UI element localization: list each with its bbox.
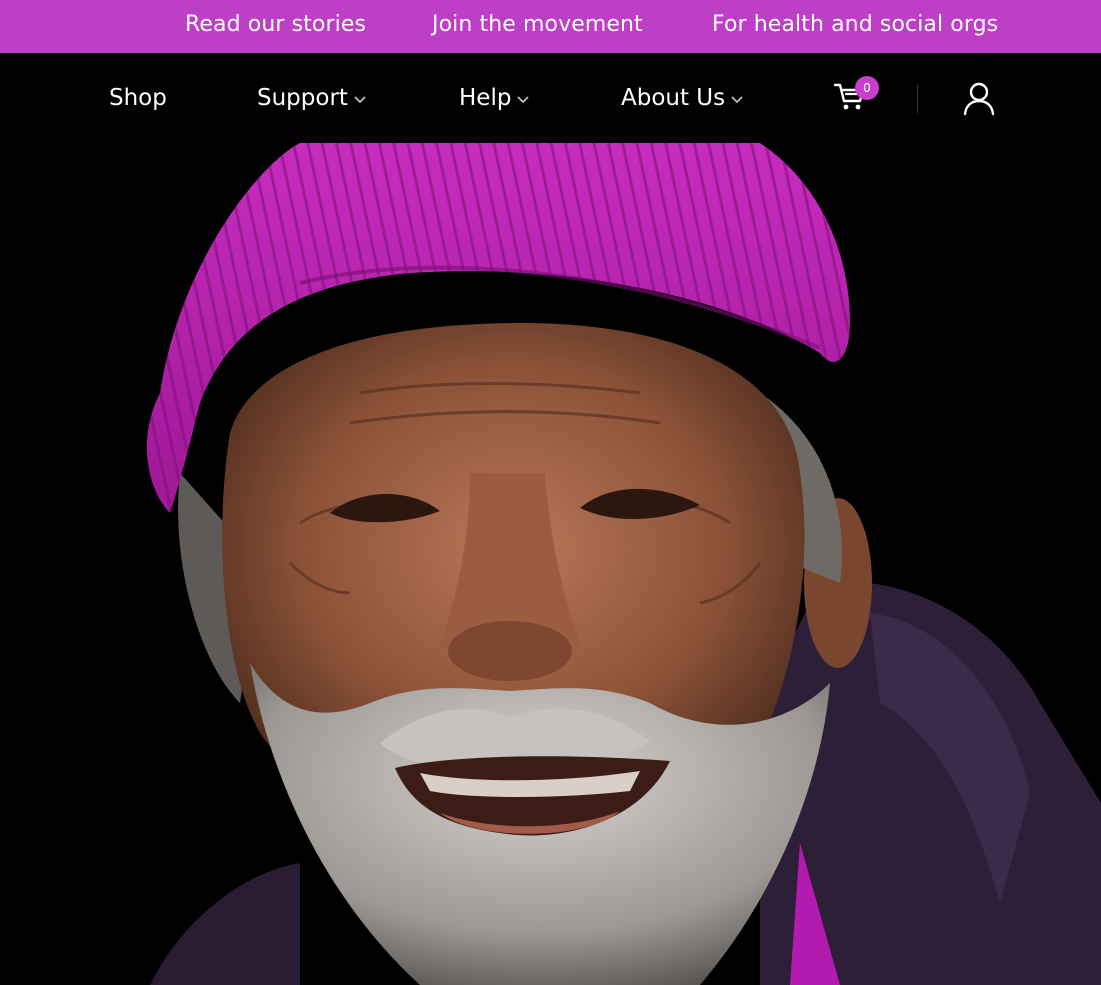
nav-item-about-us[interactable]: About Us [621, 53, 743, 143]
nav-divider [917, 85, 918, 113]
topbar-link-join-the-movement[interactable]: Join the movement [432, 0, 643, 50]
nav-item-label: Support [257, 85, 348, 111]
chevron-down-icon [354, 52, 366, 142]
hero-portrait-illustration [146, 143, 1101, 985]
nav-item-label: About Us [621, 85, 726, 111]
user-icon [962, 82, 996, 121]
chevron-down-icon [731, 52, 743, 142]
nav-item-help[interactable]: Help [459, 53, 529, 143]
chevron-down-icon [517, 52, 529, 142]
topbar-link-for-health-and-social-orgs[interactable]: For health and social orgs [712, 0, 998, 50]
cart-count-badge: 0 [855, 76, 879, 100]
nav-item-label: Help [459, 85, 512, 111]
top-utility-bar: Read our stories Join the movement For h… [0, 0, 1101, 53]
nav-item-support[interactable]: Support [257, 53, 366, 143]
main-navigation: Shop Support Help About Us 0 [0, 53, 1101, 143]
nav-item-shop[interactable]: Shop [109, 53, 167, 143]
topbar-link-read-our-stories[interactable]: Read our stories [185, 0, 366, 50]
cart-icon [833, 83, 867, 118]
nav-item-label: Shop [109, 85, 167, 111]
hero-image [0, 143, 1101, 985]
account-button[interactable] [962, 81, 996, 117]
page: Read our stories Join the movement For h… [0, 0, 1101, 985]
